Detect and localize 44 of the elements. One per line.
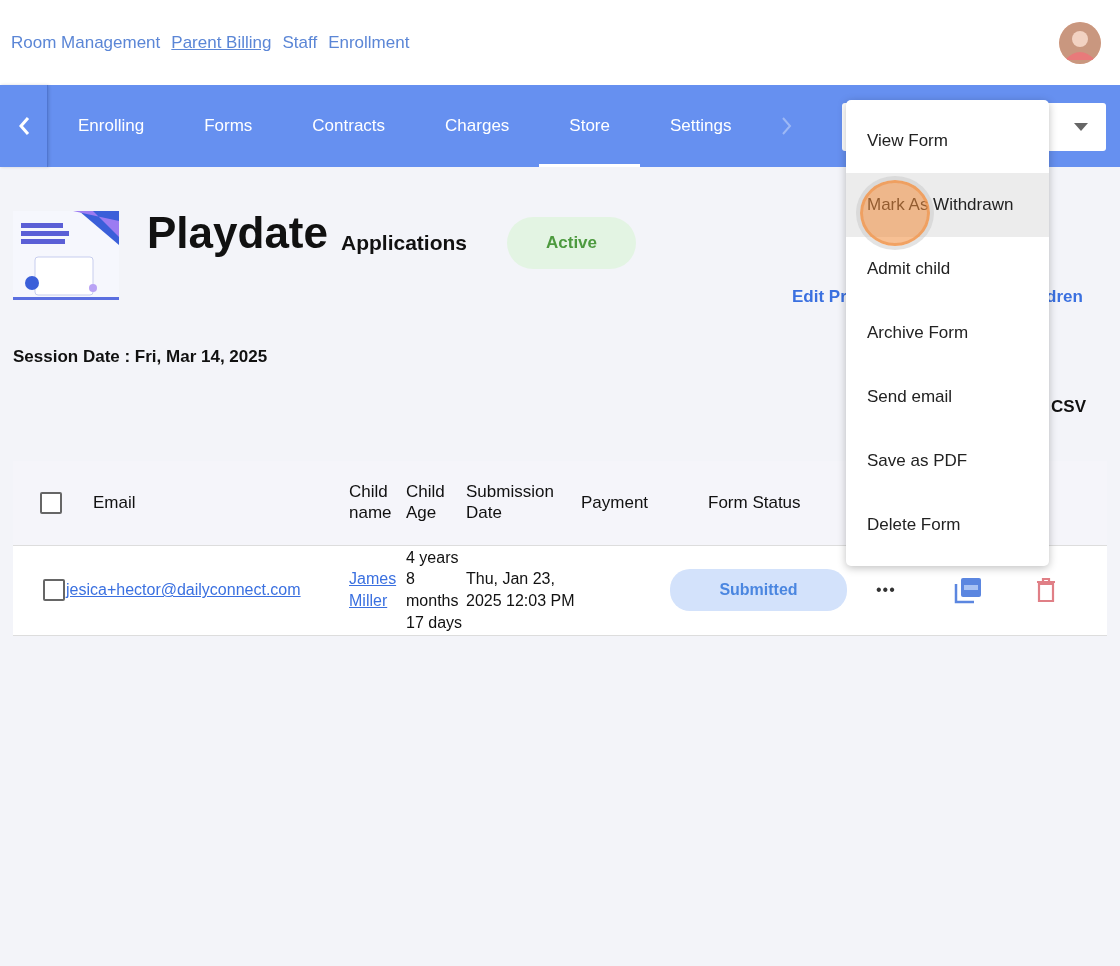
status-badge: Submitted	[670, 569, 847, 611]
column-header: Child Age	[406, 482, 445, 522]
column-header: Payment	[581, 492, 649, 512]
page-title: Playdate	[147, 211, 328, 255]
avatar[interactable]	[1059, 21, 1101, 64]
chevron-left-icon[interactable]	[17, 116, 30, 136]
caret-icon	[1074, 123, 1088, 131]
menu-item[interactable]: Delete Form	[846, 493, 1049, 557]
row-checkbox[interactable]	[43, 579, 65, 601]
more-button[interactable]: •••	[876, 581, 896, 600]
menu-item[interactable]: Archive Form	[846, 301, 1049, 365]
trash-icon[interactable]	[1036, 578, 1056, 602]
pdf-icon[interactable]	[954, 576, 982, 604]
session-date: Session Date : Fri, Mar 14, 2025	[13, 347, 268, 367]
column-header: Child name	[349, 482, 392, 522]
nav-link[interactable]: Parent Billing	[171, 32, 272, 53]
nav-link[interactable]: Room Management	[11, 32, 161, 53]
nav-link[interactable]: Staff	[282, 32, 318, 53]
tab[interactable]: Enrolling	[48, 88, 175, 167]
edit-link[interactable]: Edit Pr	[792, 287, 847, 307]
column-header: Submission Date	[466, 482, 554, 522]
status-badge: Active	[507, 217, 637, 269]
column-header: Form Status	[708, 492, 801, 512]
menu-item[interactable]: View Form	[846, 109, 1049, 173]
tab[interactable]: Forms	[174, 88, 283, 167]
menu-item[interactable]: Save as PDF	[846, 429, 1049, 493]
column-header: Email	[93, 492, 136, 512]
tab[interactable]: Store	[539, 88, 640, 167]
email-link[interactable]: jesica+hector@dailyconnect.com	[66, 581, 301, 599]
chevron-right-icon[interactable]	[781, 116, 794, 136]
table-cell: 4 years 8 months 17 days	[406, 548, 463, 631]
menu-item[interactable]: Admit child	[846, 237, 1049, 301]
table-cell: Thu, Jan 23, 2025 12:03 PM	[466, 570, 575, 609]
tab[interactable]: Settings	[640, 88, 762, 167]
export-csv-link[interactable]: CSV	[1051, 397, 1086, 417]
menu-item[interactable]: Send email	[846, 365, 1049, 429]
nav-link[interactable]: Enrollment	[328, 32, 410, 53]
tab[interactable]: Contracts	[282, 88, 416, 167]
page-subtitle: Applications	[341, 231, 467, 255]
child-name-link[interactable]: James Miller	[349, 568, 406, 612]
select-all-checkbox[interactable]	[40, 491, 62, 514]
menu-item[interactable]: Mark As Withdrawn	[846, 173, 1049, 237]
tab[interactable]: Charges	[415, 88, 540, 167]
click-indicator	[860, 180, 930, 246]
